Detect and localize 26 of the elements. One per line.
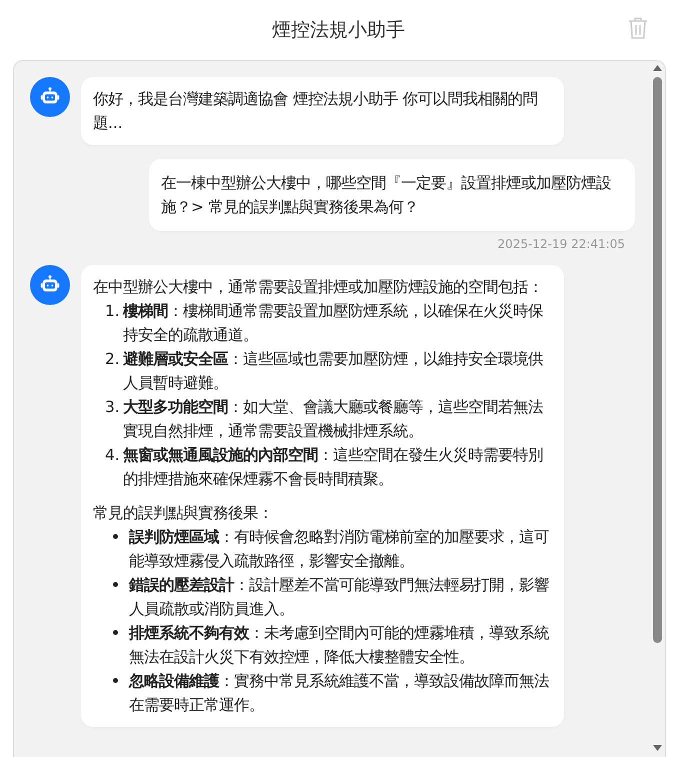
bullet-icon	[112, 678, 118, 683]
bullet-icon	[112, 534, 118, 539]
list-item-text: 排煙系統不夠有效：未考慮到空間內可能的煙霧堆積，導致系統無法在設計火災下有效控煙，降低大樓整體安全性。	[129, 623, 550, 668]
message-text: 在中型辦公大樓中，通常需要設置排煙或加壓防煙設施的空間包括：	[93, 277, 544, 298]
list-item-text: 錯誤的壓差設計：設計壓差不當可能導致門無法輕易打開，影響人員疏散或消防員進入。	[129, 575, 550, 620]
list-number: 2.	[105, 349, 119, 370]
scroll-down-icon[interactable]	[652, 745, 662, 751]
app-title: 煙控法規小助手	[272, 18, 405, 43]
message-text: 你好，我是台灣建築調適協會 煙控法規小助手 你可以問我相關的問題...	[93, 89, 539, 134]
user-message: 在一棟中型辦公大樓中，哪些空間『一定要』設置排煙或加壓防煙設施？> 常見的誤判點與實務後果為何？	[149, 159, 635, 231]
list-item-text: 誤判防煙區域：有時候會忽略對消防電梯前室的加壓要求，這可能導致煙霧侵入疏散路徑，影響安全撤離。	[129, 527, 550, 572]
message-time: 2025-12-19 22:41:05	[498, 237, 625, 251]
list-number: 3.	[105, 397, 119, 418]
message-text: 常見的誤判點與實務後果：	[93, 503, 274, 524]
list-item-text: 大型多功能空間：如大堂、會議大廳或餐廳等，這些空間若無法實現自然排煙，通常需要設置機械排煙系統。	[123, 397, 544, 442]
list-number: 1.	[105, 301, 119, 322]
trash-icon	[627, 16, 649, 40]
bullet-icon	[112, 582, 118, 587]
list-item-text: 樓梯間：樓梯間通常需要設置加壓防煙系統，以確保在火災時保持安全的疏散通道。	[123, 301, 544, 346]
bullet-icon	[112, 630, 118, 635]
scroll-up-icon[interactable]	[652, 65, 662, 71]
list-item-text: 避難層或安全區：這些區域也需要加壓防煙，以維持安全環境供人員暫時避難。	[123, 349, 544, 394]
list-item-text: 忽略設備維護：實務中常見系統維護不當，導致設備故障而無法在需要時正常運作。	[129, 671, 550, 716]
list-item-text: 無窗或無通風設施的內部空間：這些空間在發生火災時需要特別的排煙措施來確保煙霧不會長時間積聚。	[123, 445, 544, 490]
scrollbar-thumb[interactable]	[652, 77, 662, 643]
list-number: 4.	[105, 445, 119, 466]
